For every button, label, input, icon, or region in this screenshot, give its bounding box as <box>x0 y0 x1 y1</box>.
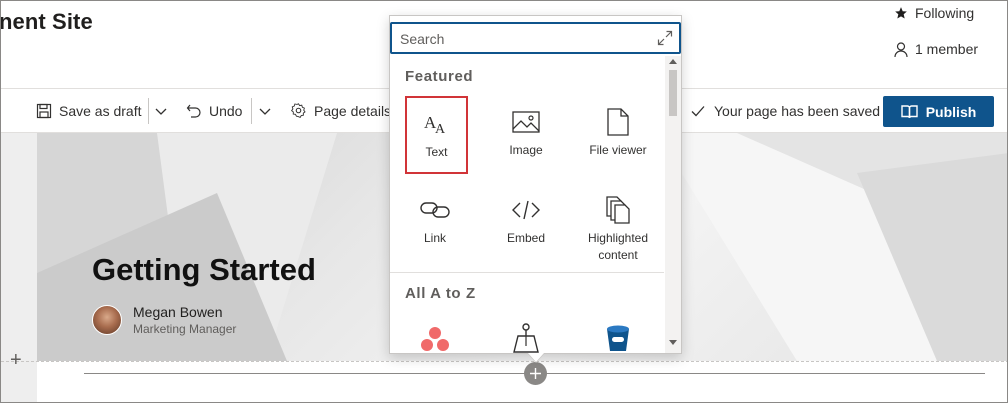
follow-button[interactable]: Following <box>894 5 974 21</box>
star-icon <box>895 7 907 19</box>
chevron-down-icon <box>155 108 167 115</box>
expand-icon[interactable] <box>657 30 673 46</box>
toolbox-pointer <box>528 353 544 362</box>
tool-label: Highlighted content <box>587 231 649 262</box>
save-options-dropdown[interactable] <box>154 89 168 132</box>
asana-icon <box>420 318 450 353</box>
highlighted-content-icon <box>606 190 630 230</box>
tool-image[interactable]: Image <box>484 102 568 159</box>
save-status: Your page has been saved <box>691 89 880 132</box>
bucket-icon <box>605 318 631 353</box>
tool-label: File viewer <box>589 143 647 157</box>
tool-label: Image <box>509 143 543 157</box>
section-boundary <box>1 361 1007 362</box>
author-byline[interactable]: Megan Bowen Marketing Manager <box>92 304 236 336</box>
tool-text[interactable]: AA Text <box>405 96 468 174</box>
members-label: 1 member <box>915 41 979 57</box>
link-icon <box>420 190 450 230</box>
toolbox-scrollbar[interactable] <box>665 56 681 353</box>
tool-bucket[interactable] <box>576 318 660 353</box>
file-icon <box>607 102 629 142</box>
tool-bing-maps[interactable] <box>484 318 568 353</box>
save-icon <box>36 103 52 118</box>
embed-icon <box>511 190 541 230</box>
scroll-up-icon[interactable] <box>669 58 677 64</box>
save-as-draft-label: Save as draft <box>59 102 142 119</box>
page-details-button[interactable]: Page details <box>290 89 391 132</box>
scroll-down-icon[interactable] <box>669 340 677 346</box>
author-name: Megan Bowen <box>133 304 223 320</box>
tool-label: Link <box>423 231 446 245</box>
chevron-down-icon <box>259 108 271 115</box>
save-status-text: Your page has been saved <box>714 102 881 119</box>
all-a-to-z-heading: All A to Z <box>405 285 476 302</box>
gear-icon <box>290 103 306 118</box>
add-section-plus-icon[interactable]: + <box>10 350 22 370</box>
tool-label: Text <box>425 145 448 159</box>
text-icon: AA <box>424 104 450 144</box>
undo-button[interactable]: Undo <box>186 89 242 132</box>
tool-link[interactable]: Link <box>393 190 477 247</box>
add-webpart-button[interactable] <box>524 362 547 385</box>
checkmark-icon <box>691 105 705 116</box>
undo-icon <box>186 104 201 118</box>
page-title[interactable]: Getting Started <box>92 252 316 288</box>
search-box <box>390 22 681 54</box>
author-role: Marketing Manager <box>133 322 237 336</box>
canvas-section <box>37 361 1007 402</box>
image-icon <box>512 102 540 142</box>
svg-text:A: A <box>435 122 446 135</box>
undo-label: Undo <box>209 102 243 119</box>
tool-label: Embed <box>506 231 546 245</box>
app-window: nent Site Following 1 member Save as dra… <box>0 0 1008 403</box>
following-label: Following <box>915 5 975 21</box>
featured-heading: Featured <box>405 68 474 85</box>
site-title: nent Site <box>0 9 93 34</box>
person-icon <box>894 41 908 57</box>
avatar <box>92 305 122 335</box>
separator <box>251 98 252 124</box>
book-icon <box>901 105 918 119</box>
save-as-draft-button[interactable]: Save as draft <box>36 89 142 132</box>
publish-label: Publish <box>925 103 977 120</box>
tool-embed[interactable]: Embed <box>484 190 568 247</box>
tool-highlighted-content[interactable]: Highlighted content <box>576 190 660 264</box>
bing-maps-icon <box>512 318 540 353</box>
webpart-toolbox: Featured AA Text Image File viewer Lin <box>389 15 682 354</box>
undo-options-dropdown[interactable] <box>258 89 272 132</box>
tool-file-viewer[interactable]: File viewer <box>576 102 660 159</box>
search-input[interactable] <box>400 29 640 49</box>
publish-button[interactable]: Publish <box>883 96 994 127</box>
scrollbar-thumb[interactable] <box>669 70 677 116</box>
members-button[interactable]: 1 member <box>894 41 978 57</box>
tool-asana[interactable] <box>393 318 477 353</box>
section-divider <box>390 272 664 273</box>
plus-icon <box>530 368 541 379</box>
separator <box>148 98 149 124</box>
page-details-label: Page details <box>314 102 392 119</box>
